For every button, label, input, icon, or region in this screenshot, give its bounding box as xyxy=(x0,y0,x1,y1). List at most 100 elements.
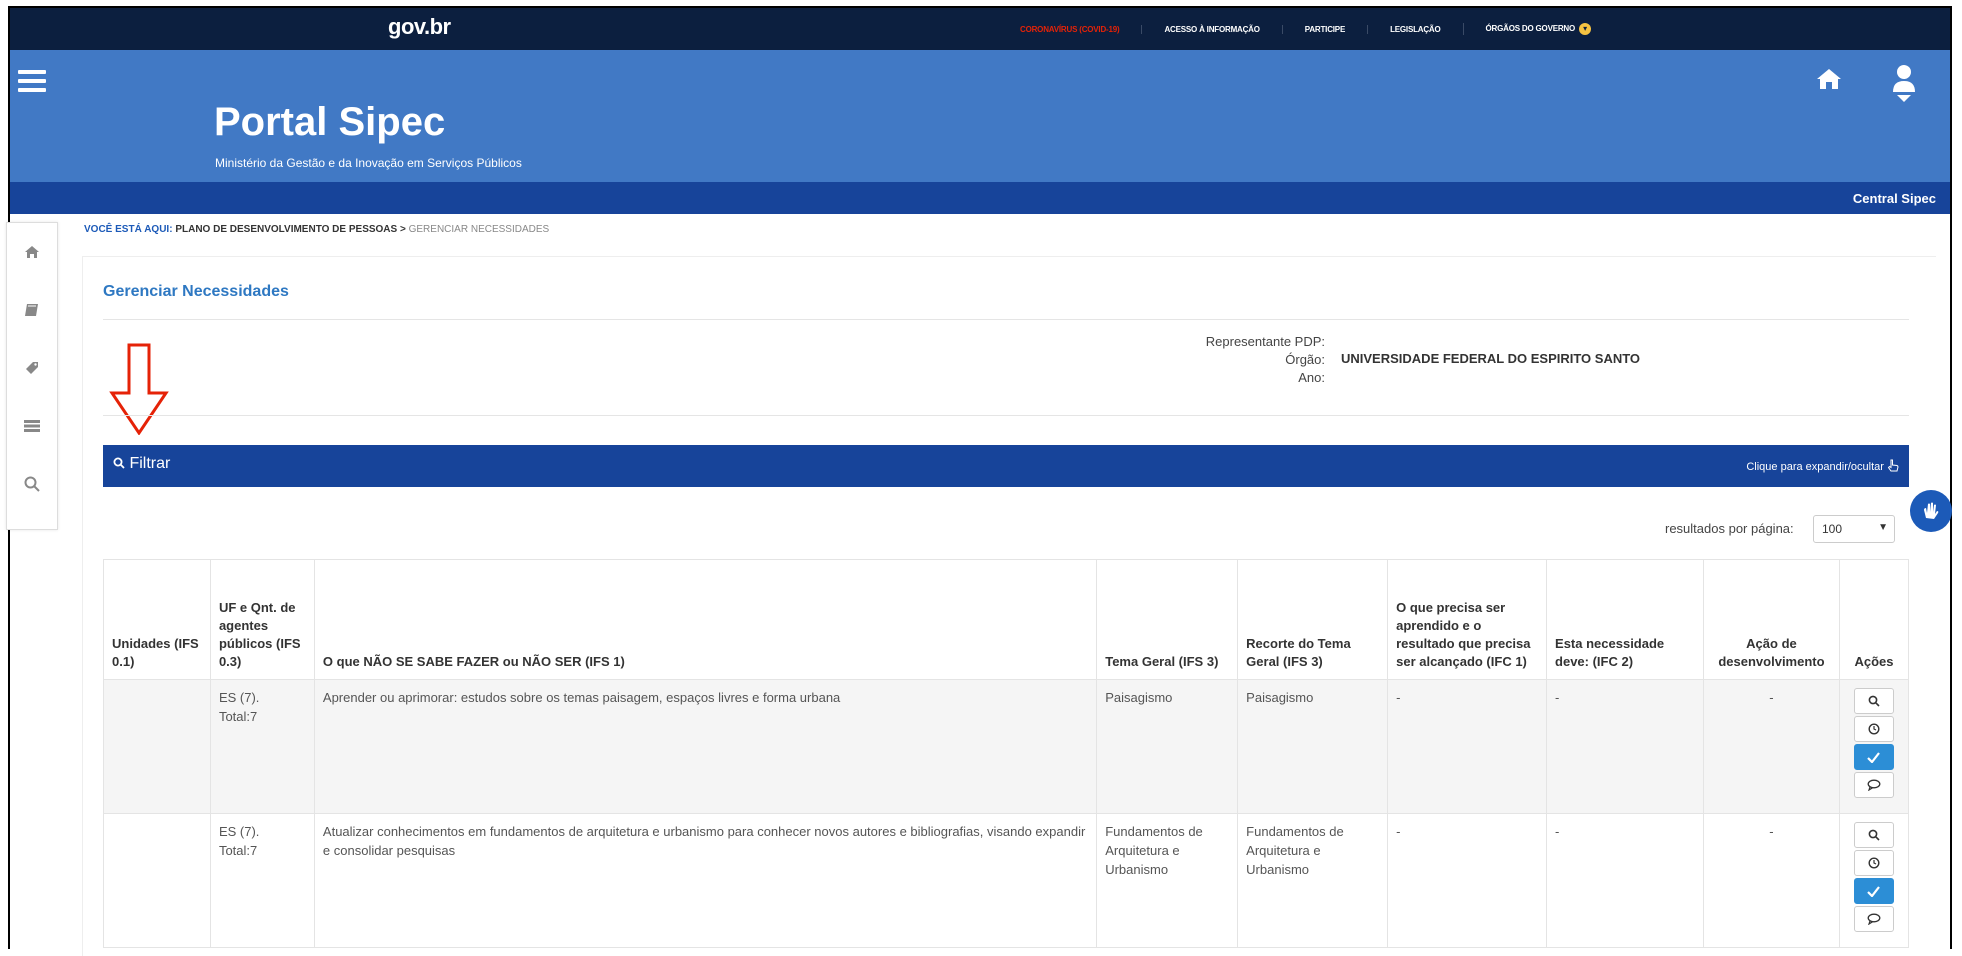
expand-toggle[interactable]: Clique para expandir/ocultar xyxy=(1746,459,1899,473)
view-button[interactable] xyxy=(1853,822,1894,848)
label-orgao: Órgão: xyxy=(1285,352,1325,367)
sidenav-home[interactable] xyxy=(7,223,57,281)
hamburger-menu-icon[interactable] xyxy=(18,70,46,97)
tag-icon xyxy=(26,362,38,374)
table-row: ES (7). Total:7 Atualizar conhecimentos e… xyxy=(103,813,1910,948)
col-nao-sabe[interactable]: O que NÃO SE SABE FAZER ou NÃO SER (IFS … xyxy=(313,559,1098,680)
cell-tema: Fundamentos de Arquitetura e Urbanismo xyxy=(1096,813,1239,948)
cell-recorte: Paisagismo xyxy=(1237,679,1389,814)
label-representante: Representante PDP: xyxy=(1205,334,1325,349)
sidenav-book[interactable] xyxy=(7,281,57,339)
cell-uf-line1: ES (7). xyxy=(218,824,260,839)
side-nav xyxy=(6,222,58,530)
cell-tema: Paisagismo xyxy=(1096,679,1239,814)
cell-aprendido: - xyxy=(1387,813,1548,948)
cell-uf: ES (7). Total:7 xyxy=(209,679,315,814)
gov-menu-legislacao[interactable]: LEGISLAÇÃO xyxy=(1367,24,1462,34)
clock-icon xyxy=(1868,857,1880,869)
cell-uf-line1: ES (7). xyxy=(218,690,260,705)
sidenav-search[interactable] xyxy=(7,455,57,513)
gov-menu-orgaos[interactable]: ÓRGÃOS DO GOVERNO ▾ xyxy=(1462,23,1614,35)
gov-bar: gov.br CORONAVÍRUS (COVID-19) ACESSO À I… xyxy=(10,8,1950,50)
page-title: Gerenciar Necessidades xyxy=(103,283,289,300)
filter-toggle[interactable]: Filtrar xyxy=(113,455,170,473)
approve-button[interactable] xyxy=(1853,878,1894,904)
expand-toggle-label: Clique para expandir/ocultar xyxy=(1746,461,1884,473)
cell-necessidade: - xyxy=(1546,679,1704,814)
site-header: Portal Sipec Ministério da Gestão e da I… xyxy=(10,50,1950,182)
results-per-page-label: resultados por página: xyxy=(1665,521,1794,536)
comment-button[interactable] xyxy=(1853,772,1894,798)
list-icon xyxy=(24,420,40,432)
approve-button[interactable] xyxy=(1853,744,1894,770)
comment-button[interactable] xyxy=(1853,906,1894,932)
results-per-page-select[interactable]: 100 ▼ xyxy=(1813,515,1895,543)
col-unidades[interactable]: Unidades (IFS 0.1) xyxy=(103,559,211,680)
breadcrumb-pdp[interactable]: PLANO DE DESENVOLVIMENTO DE PESSOAS > xyxy=(175,224,406,235)
cell-aprendido: - xyxy=(1387,679,1548,814)
sidenav-list[interactable] xyxy=(7,397,57,455)
divider xyxy=(103,319,1909,320)
vlibras-accessibility-icon[interactable] xyxy=(1910,490,1952,532)
govbr-logo[interactable]: gov.br xyxy=(388,14,451,40)
search-icon xyxy=(1868,695,1880,707)
cell-unidades xyxy=(103,813,211,948)
col-acoes: Ações xyxy=(1838,559,1910,680)
clock-icon xyxy=(1868,723,1880,735)
annotation-arrow-icon xyxy=(109,343,169,440)
cell-uf-line2: Total:7 xyxy=(218,843,258,858)
col-necessidade[interactable]: Esta necessidade deve: (IFC 2) xyxy=(1546,559,1704,680)
comment-icon xyxy=(1867,913,1881,925)
view-button[interactable] xyxy=(1853,688,1894,714)
check-icon xyxy=(1867,751,1881,763)
breadcrumb: VOCÊ ESTÁ AQUI: PLANO DE DESENVOLVIMENTO… xyxy=(84,224,549,235)
gov-menu-acesso[interactable]: ACESSO À INFORMAÇÃO xyxy=(1141,24,1281,34)
results-per-page: resultados por página: 100 ▼ xyxy=(1665,515,1895,543)
col-recorte[interactable]: Recorte do Tema Geral (IFS 3) xyxy=(1237,559,1389,680)
info-labels: Representante PDP: Órgão: Ano: xyxy=(1113,333,1325,387)
portal-title[interactable]: Portal Sipec xyxy=(214,100,445,145)
cell-acao: - xyxy=(1702,679,1840,814)
chevron-down-icon: ▾ xyxy=(1579,23,1592,35)
gov-menu-participe[interactable]: PARTICIPE xyxy=(1281,24,1367,34)
filter-label: Filtrar xyxy=(129,455,171,472)
filter-bar[interactable]: Filtrar Clique para expandir/ocultar xyxy=(103,445,1909,487)
cell-acoes xyxy=(1838,679,1910,814)
user-icon[interactable] xyxy=(1892,64,1916,109)
results-per-page-value: 100 xyxy=(1822,522,1843,536)
check-icon xyxy=(1867,885,1881,897)
search-icon xyxy=(1868,829,1880,841)
home-icon xyxy=(25,246,39,258)
hand-pointer-icon xyxy=(1887,459,1899,472)
sidenav-tag[interactable] xyxy=(7,339,57,397)
gov-menu-covid[interactable]: CORONAVÍRUS (COVID-19) xyxy=(1020,25,1141,34)
divider xyxy=(103,415,1909,416)
breadcrumb-current: GERENCIAR NECESSIDADES xyxy=(408,224,550,235)
history-button[interactable] xyxy=(1853,850,1894,876)
row-actions xyxy=(1848,688,1900,798)
history-button[interactable] xyxy=(1853,716,1894,742)
table-row: ES (7). Total:7 Aprender ou aprimorar: es… xyxy=(103,679,1910,814)
central-sipec-link[interactable]: Central Sipec xyxy=(1853,191,1936,206)
col-aprendido[interactable]: O que precisa ser aprendido e o resultad… xyxy=(1387,559,1548,680)
cell-recorte: Fundamentos de Arquitetura e Urbanismo xyxy=(1237,813,1389,948)
cell-uf: ES (7). Total:7 xyxy=(209,813,315,948)
cell-acao: - xyxy=(1702,813,1840,948)
main-content: Gerenciar Necessidades Representante PDP… xyxy=(82,256,1936,956)
table-header-row: Unidades (IFS 0.1) UF e Qnt. de agentes … xyxy=(103,559,1910,680)
portal-subtitle: Ministério da Gestão e da Inovação em Se… xyxy=(215,156,522,170)
col-uf[interactable]: UF e Qnt. de agentes públicos (IFS 0.3) xyxy=(209,559,315,680)
search-icon xyxy=(24,476,40,492)
cell-uf-line2: Total:7 xyxy=(218,709,258,724)
home-icon[interactable] xyxy=(1816,68,1842,95)
comment-icon xyxy=(1867,779,1881,791)
central-bar: Central Sipec xyxy=(10,182,1950,214)
needs-table: Unidades (IFS 0.1) UF e Qnt. de agentes … xyxy=(103,559,1910,948)
orgao-value: UNIVERSIDADE FEDERAL DO ESPIRITO SANTO xyxy=(1341,351,1641,366)
search-icon xyxy=(113,457,125,469)
col-tema[interactable]: Tema Geral (IFS 3) xyxy=(1096,559,1239,680)
col-acao[interactable]: Ação de desenvolvimento xyxy=(1702,559,1840,680)
cell-nao-sabe: Aprender ou aprimorar: estudos sobre os … xyxy=(313,679,1098,814)
gov-menu: CORONAVÍRUS (COVID-19) ACESSO À INFORMAÇ… xyxy=(1020,8,1613,50)
cell-acoes xyxy=(1838,813,1910,948)
